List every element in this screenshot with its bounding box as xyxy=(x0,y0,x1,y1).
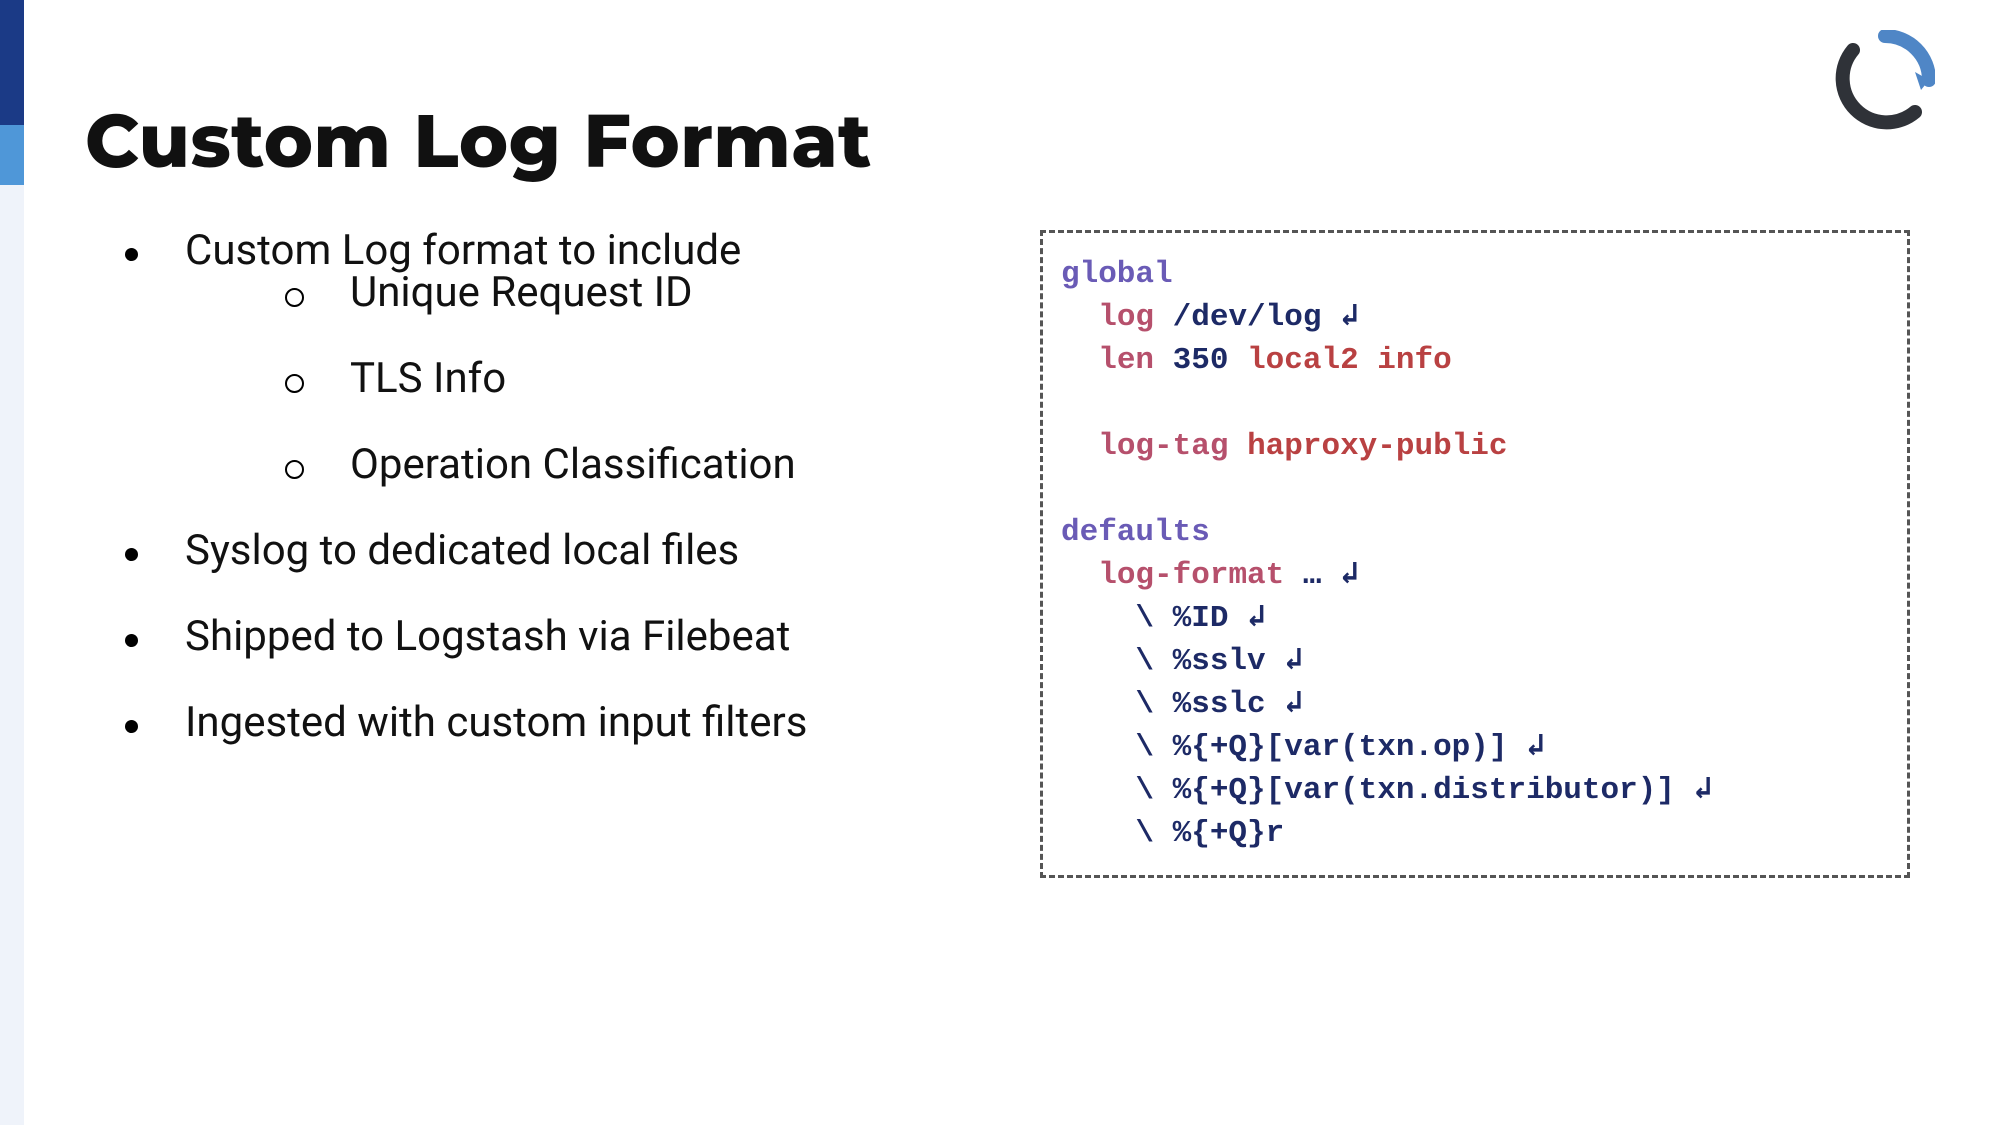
sub-bullet-text: Operation Classification xyxy=(350,440,796,489)
code-directive: log xyxy=(1098,300,1154,335)
slide-left-accent-mid xyxy=(0,125,24,185)
code-ellipsis: … xyxy=(1303,558,1322,593)
code-directive: len xyxy=(1098,343,1154,378)
slide-title: Custom Log Format xyxy=(85,95,872,186)
code-format-line: \ %sslv xyxy=(1135,644,1265,679)
sub-bullet-item: Operation Classification xyxy=(185,444,975,486)
logo-icon xyxy=(1835,30,1935,130)
code-format-line: \ %{+Q}[var(txn.op)] xyxy=(1135,730,1507,765)
wrap-glyph-icon: ↲ xyxy=(1526,730,1545,765)
code-value: local2 info xyxy=(1247,343,1452,378)
slide-left-accent-dark xyxy=(0,0,24,125)
bullet-text: Shipped to Logstash via Filebeat xyxy=(185,612,790,661)
sub-bullet-text: TLS Info xyxy=(350,354,506,403)
bullet-text: Syslog to dedicated local files xyxy=(185,526,739,575)
code-directive: log-tag xyxy=(1098,429,1228,464)
wrap-glyph-icon: ↲ xyxy=(1284,644,1303,679)
bullet-item: Syslog to dedicated local files xyxy=(115,530,975,572)
bullet-item: Shipped to Logstash via Filebeat xyxy=(115,616,975,658)
code-number: 350 xyxy=(1173,343,1229,378)
code-format-line: \ %sslc xyxy=(1135,687,1265,722)
wrap-glyph-icon: ↲ xyxy=(1340,300,1359,335)
wrap-glyph-icon: ↲ xyxy=(1340,558,1359,593)
code-path: /dev/log xyxy=(1173,300,1322,335)
code-format-line: \ %{+Q}r xyxy=(1135,816,1284,851)
bullet-item: Custom Log format to include Unique Requ… xyxy=(115,230,975,486)
bullet-item: Ingested with custom input filters xyxy=(115,702,975,744)
code-keyword: global xyxy=(1061,257,1173,292)
wrap-glyph-icon: ↲ xyxy=(1284,687,1303,722)
wrap-glyph-icon: ↲ xyxy=(1694,773,1713,808)
bullet-list: Custom Log format to include Unique Requ… xyxy=(115,230,975,788)
bullet-text: Ingested with custom input filters xyxy=(185,698,807,747)
code-keyword: defaults xyxy=(1061,515,1210,550)
code-block: global log /dev/log ↲ len 350 local2 inf… xyxy=(1040,230,1910,878)
wrap-glyph-icon: ↲ xyxy=(1247,601,1266,636)
sub-bullet-item: Unique Request ID xyxy=(185,272,975,314)
code-format-line: \ %ID xyxy=(1135,601,1228,636)
code-value: haproxy-public xyxy=(1247,429,1507,464)
code-directive: log-format xyxy=(1098,558,1284,593)
sub-bullet-text: Unique Request ID xyxy=(350,268,693,317)
code-format-line: \ %{+Q}[var(txn.distributor)] xyxy=(1135,773,1675,808)
sub-bullet-item: TLS Info xyxy=(185,358,975,400)
